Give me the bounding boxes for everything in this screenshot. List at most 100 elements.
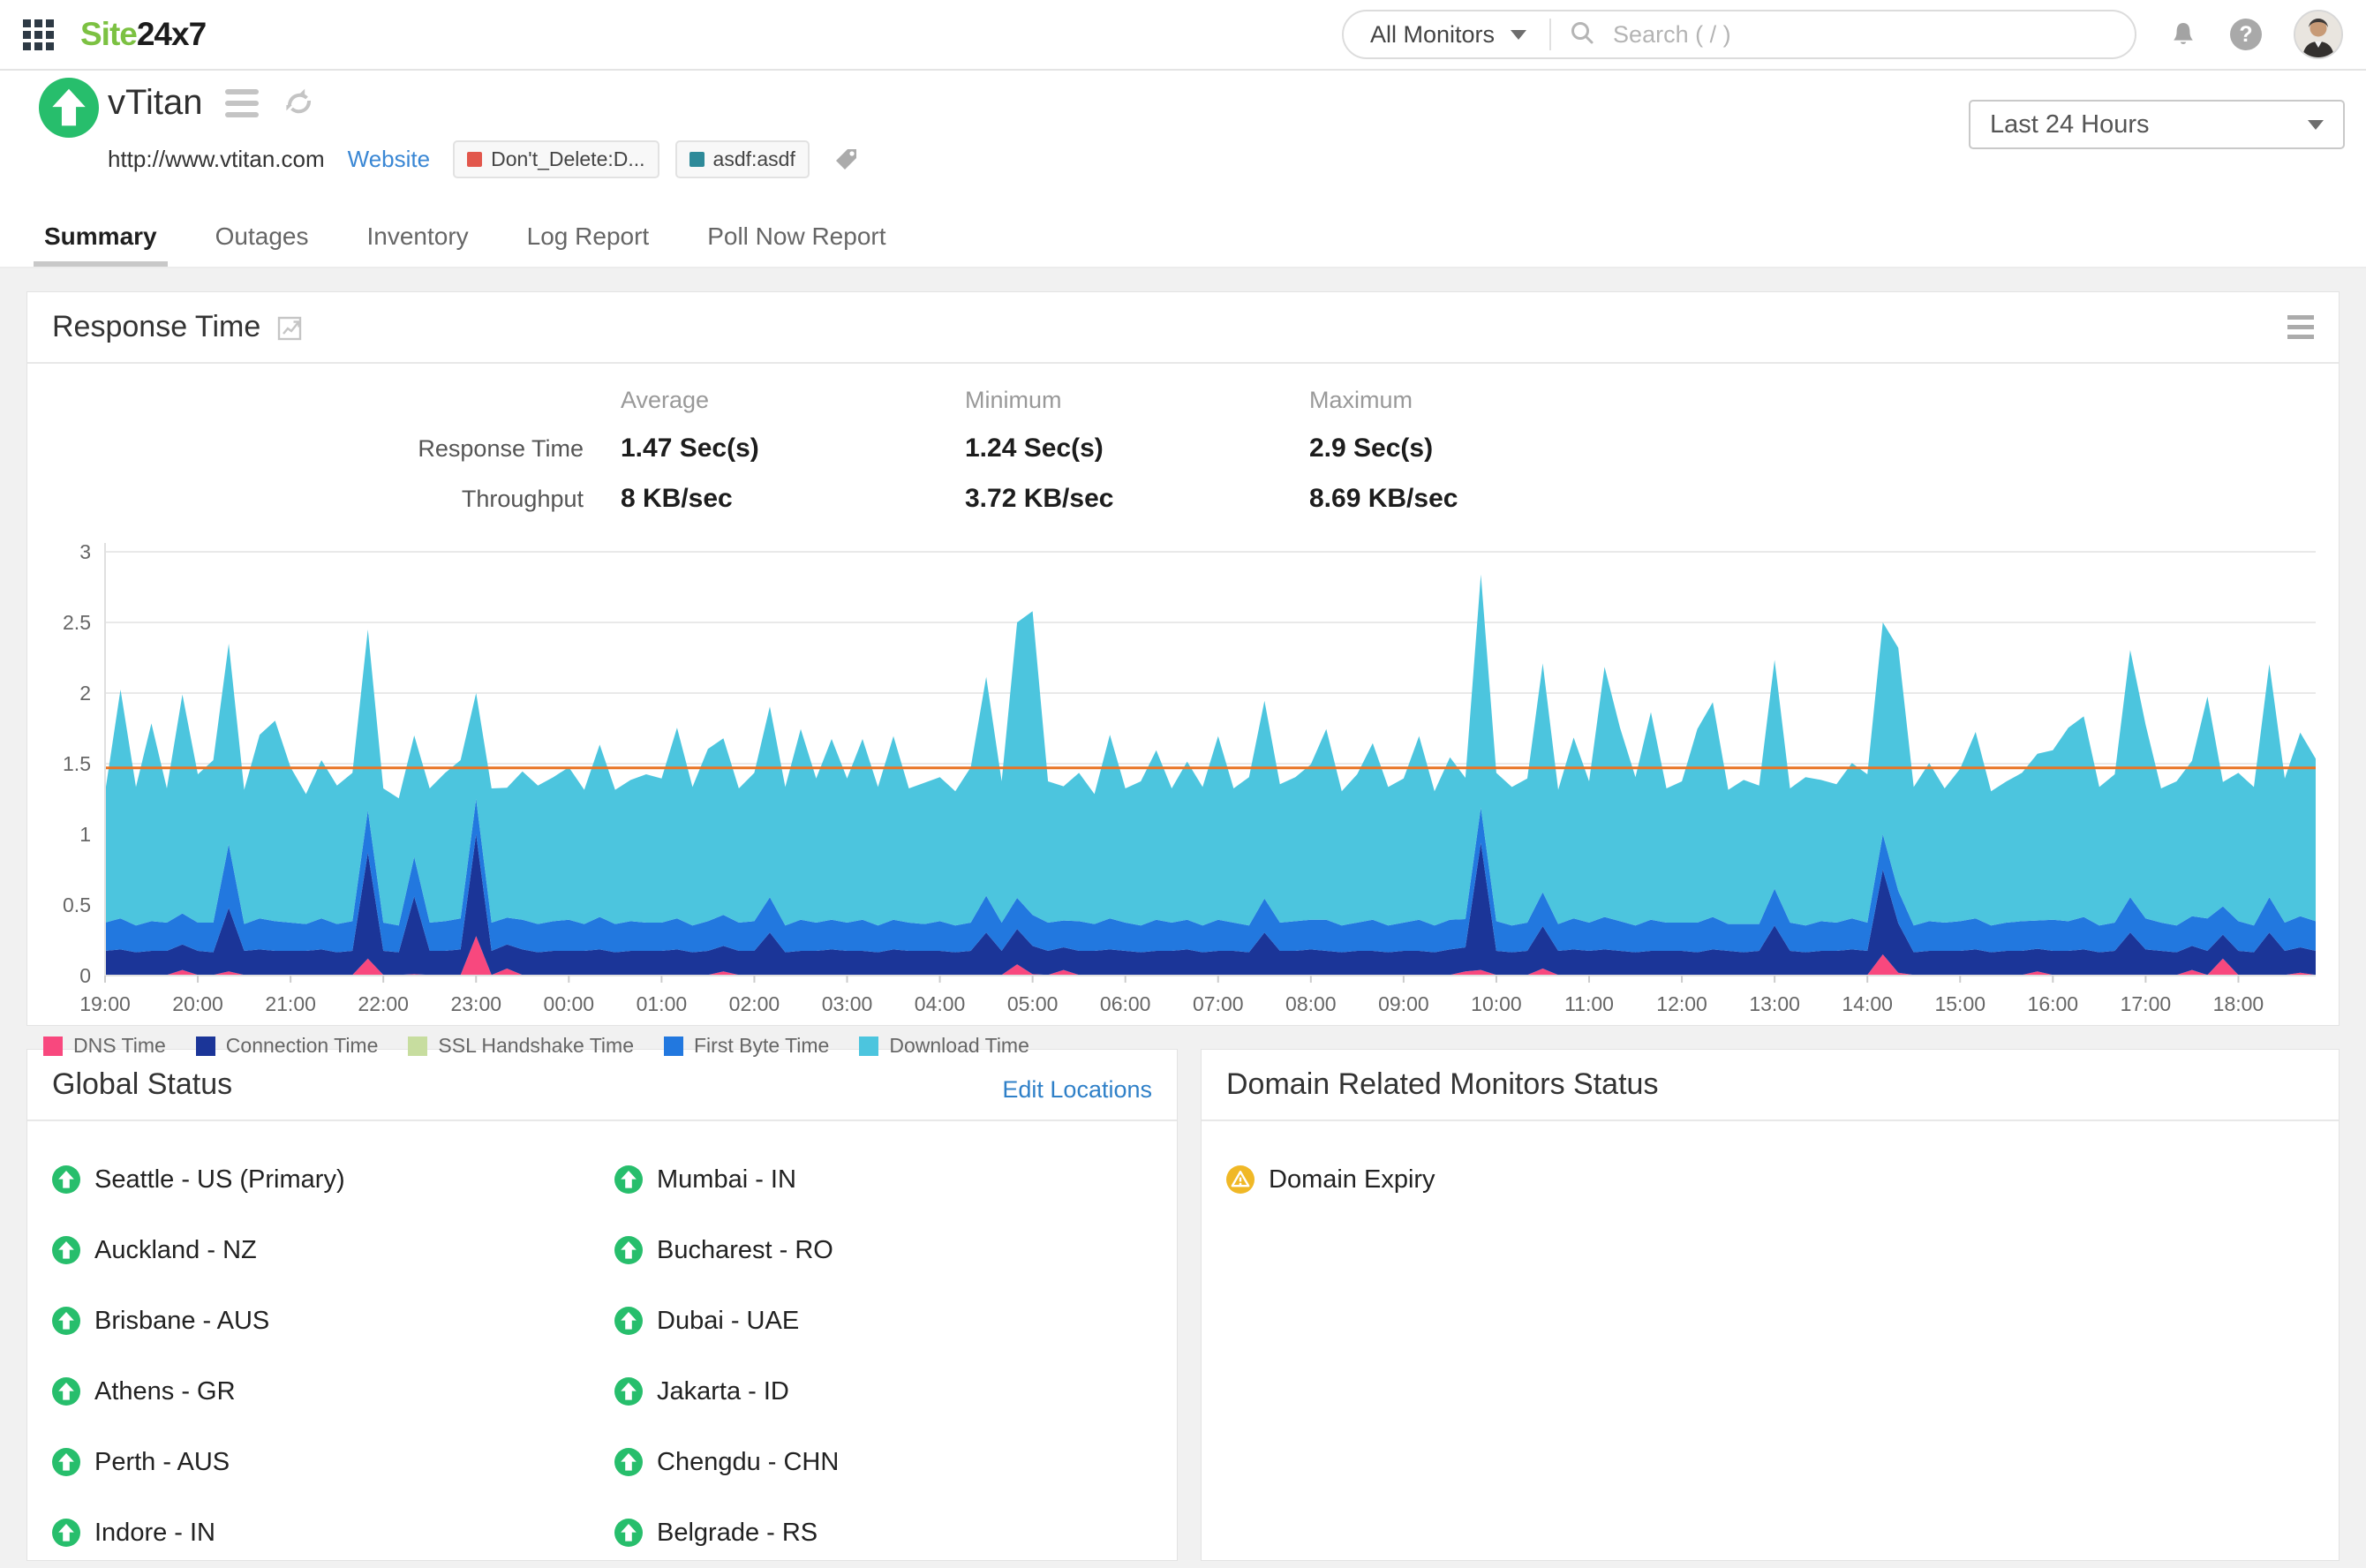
svg-text:08:00: 08:00	[1285, 992, 1337, 1015]
refresh-icon[interactable]	[282, 86, 317, 121]
response-time-panel: Response Time AverageMinimumMaximum Respo…	[26, 291, 2340, 1026]
monitor-tag[interactable]: Don't_Delete:D...	[453, 140, 659, 178]
response-time-chart: 00.511.522.5319:0020:0021:0022:0023:0000…	[27, 531, 2333, 1021]
svg-text:00:00: 00:00	[544, 992, 595, 1015]
tab-log-report[interactable]: Log Report	[516, 212, 660, 267]
svg-text:1.5: 1.5	[63, 752, 91, 775]
location-item-chengdu-chn: Chengdu - CHN	[614, 1427, 1177, 1497]
monitor-name: vTitan	[108, 83, 202, 123]
domain-monitors-list: Domain Expiry	[1202, 1121, 2339, 1215]
edit-locations-link[interactable]: Edit Locations	[1002, 1076, 1152, 1104]
tag-label: Don't_Delete:D...	[491, 147, 644, 171]
location-item-perth-aus: Perth - AUS	[52, 1427, 614, 1497]
location-name: Bucharest - RO	[657, 1236, 833, 1265]
panel-menu-icon[interactable]	[2287, 315, 2314, 339]
location-item-dubai-uae: Dubai - UAE	[614, 1285, 1177, 1356]
svg-text:01:00: 01:00	[637, 992, 688, 1015]
tag-color-swatch	[689, 152, 705, 167]
status-up-icon	[614, 1165, 643, 1194]
time-range-label: Last 24 Hours	[1990, 110, 2150, 139]
stats-column-header: Minimum	[946, 380, 1290, 421]
status-up-icon	[52, 1519, 80, 1547]
status-up-icon	[52, 1377, 80, 1406]
status-up-icon	[52, 1236, 80, 1264]
status-up-icon	[52, 1307, 80, 1335]
series-download-time	[105, 575, 2316, 926]
tab-inventory[interactable]: Inventory	[356, 212, 478, 267]
location-name: Chengdu - CHN	[657, 1448, 839, 1477]
monitor-header: vTitan http://www.vtitan.com Website Don…	[0, 71, 2366, 212]
svg-text:09:00: 09:00	[1378, 992, 1429, 1015]
notifications-bell-icon[interactable]	[2168, 19, 2198, 49]
stats-column-header: Maximum	[1290, 380, 2339, 421]
time-range-dropdown[interactable]: Last 24 Hours	[1969, 100, 2345, 149]
logo-part-black: 24x7	[137, 16, 206, 52]
stats-column-header: Average	[601, 380, 946, 421]
response-time-panel-title: Response Time	[52, 310, 260, 344]
monitor-actions-menu-icon[interactable]	[225, 89, 259, 117]
svg-text:10:00: 10:00	[1471, 992, 1522, 1015]
location-item-athens-gr: Athens - GR	[52, 1356, 614, 1427]
svg-text:2.5: 2.5	[63, 611, 91, 634]
tab-poll-now-report[interactable]: Poll Now Report	[697, 212, 896, 267]
svg-text:03:00: 03:00	[822, 992, 873, 1015]
svg-text:07:00: 07:00	[1193, 992, 1244, 1015]
location-item-auckland-nz: Auckland - NZ	[52, 1215, 614, 1285]
svg-text:3: 3	[79, 540, 91, 563]
locations-list: Seattle - US (Primary)Auckland - NZBrisb…	[27, 1121, 1177, 1568]
stats-value: 1.47 Sec(s)	[601, 426, 946, 471]
tag-icon[interactable]	[833, 146, 861, 174]
logo-part-green: Site	[80, 16, 137, 52]
svg-text:18:00: 18:00	[2213, 992, 2264, 1015]
svg-text:05:00: 05:00	[1007, 992, 1059, 1015]
stats-row-label: Throughput	[27, 477, 601, 522]
location-name: Belgrade - RS	[657, 1519, 818, 1548]
location-item-indore-in: Indore - IN	[52, 1497, 614, 1568]
svg-text:14:00: 14:00	[1842, 992, 1893, 1015]
tab-summary[interactable]: Summary	[34, 212, 168, 267]
tab-outages[interactable]: Outages	[205, 212, 320, 267]
monitor-scope-dropdown[interactable]: All Monitors	[1344, 21, 1549, 49]
search-input[interactable]	[1595, 21, 2135, 49]
chevron-down-icon	[2308, 120, 2324, 130]
svg-text:22:00: 22:00	[358, 992, 409, 1015]
stats-value: 1.24 Sec(s)	[946, 426, 1290, 471]
svg-text:2: 2	[79, 682, 91, 705]
monitor-tag[interactable]: asdf:asdf	[675, 140, 810, 178]
svg-text:17:00: 17:00	[2121, 992, 2172, 1015]
status-up-icon	[614, 1307, 643, 1335]
location-name: Dubai - UAE	[657, 1307, 799, 1336]
svg-text:12:00: 12:00	[1656, 992, 1707, 1015]
domain-monitor-item-domain-expiry[interactable]: Domain Expiry	[1226, 1144, 2339, 1215]
status-up-icon	[614, 1236, 643, 1264]
svg-text:23:00: 23:00	[450, 992, 501, 1015]
stats-value: 8 KB/sec	[601, 477, 946, 522]
status-up-icon	[52, 1448, 80, 1476]
tag-color-swatch	[467, 152, 482, 167]
help-icon[interactable]: ?	[2230, 19, 2262, 50]
svg-text:02:00: 02:00	[729, 992, 780, 1015]
location-name: Brisbane - AUS	[94, 1307, 269, 1336]
location-name: Jakarta - ID	[657, 1377, 789, 1406]
location-item-brisbane-aus: Brisbane - AUS	[52, 1285, 614, 1356]
trend-chart-icon[interactable]	[276, 313, 305, 342]
global-status-panel: Global Status Edit Locations Seattle - U…	[26, 1049, 1178, 1561]
stats-row-label: Response Time	[27, 426, 601, 471]
main-content: Response Time AverageMinimumMaximum Respo…	[0, 268, 2366, 1561]
svg-text:11:00: 11:00	[1564, 992, 1614, 1015]
monitor-type-link[interactable]: Website	[348, 146, 430, 173]
global-search-box: All Monitors	[1342, 10, 2136, 59]
status-warning-icon	[1226, 1165, 1255, 1194]
location-item-mumbai-in: Mumbai - IN	[614, 1144, 1177, 1215]
svg-text:0.5: 0.5	[63, 893, 91, 916]
status-up-icon	[614, 1519, 643, 1547]
user-avatar[interactable]	[2294, 10, 2343, 59]
divider	[27, 362, 2339, 364]
site24x7-logo[interactable]: Site24x7	[80, 16, 206, 53]
search-icon	[1569, 19, 1595, 50]
response-time-stats: AverageMinimumMaximum Response Time1.47 S…	[27, 380, 2339, 522]
svg-text:16:00: 16:00	[2028, 992, 2079, 1015]
app-grid-icon[interactable]	[23, 19, 54, 50]
svg-text:21:00: 21:00	[265, 992, 316, 1015]
location-item-belgrade-rs: Belgrade - RS	[614, 1497, 1177, 1568]
